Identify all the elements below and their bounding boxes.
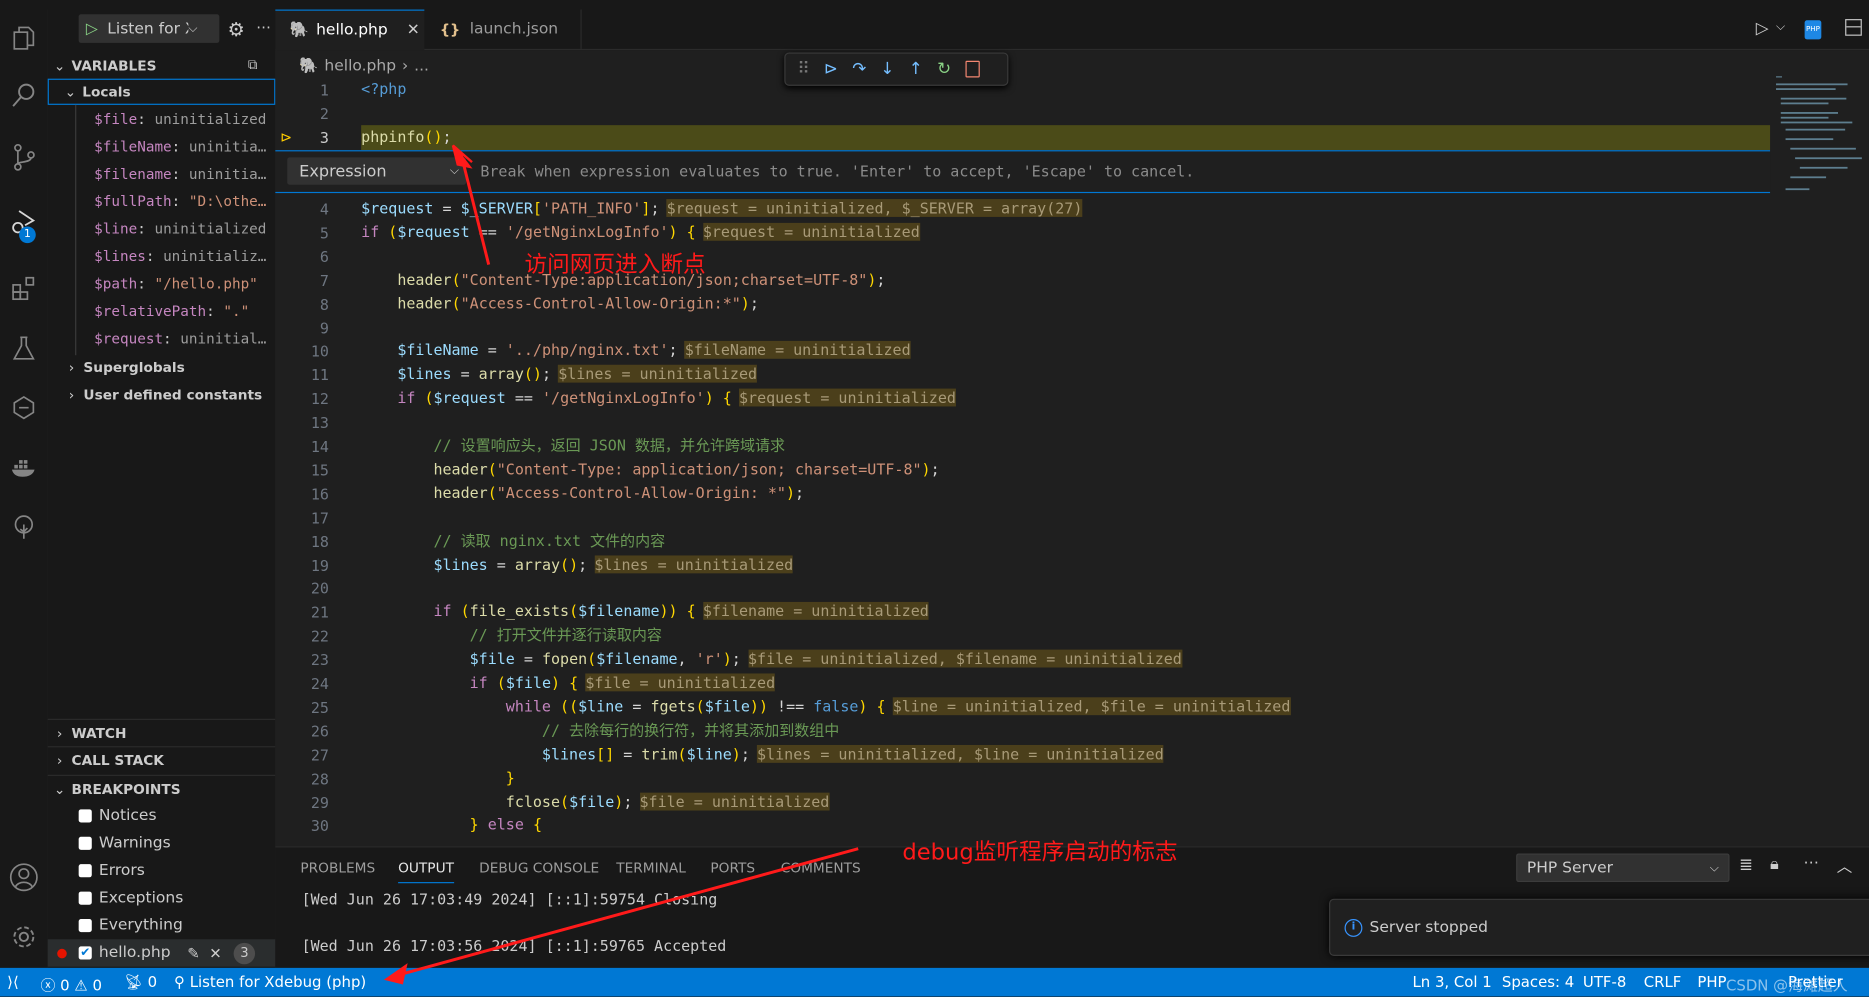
arrowhead bbox=[451, 144, 473, 169]
annotation-arrows bbox=[383, 144, 859, 985]
arrowhead bbox=[383, 963, 408, 985]
arrow-to-breakpoint bbox=[459, 154, 491, 265]
arrow-to-status bbox=[397, 847, 859, 977]
